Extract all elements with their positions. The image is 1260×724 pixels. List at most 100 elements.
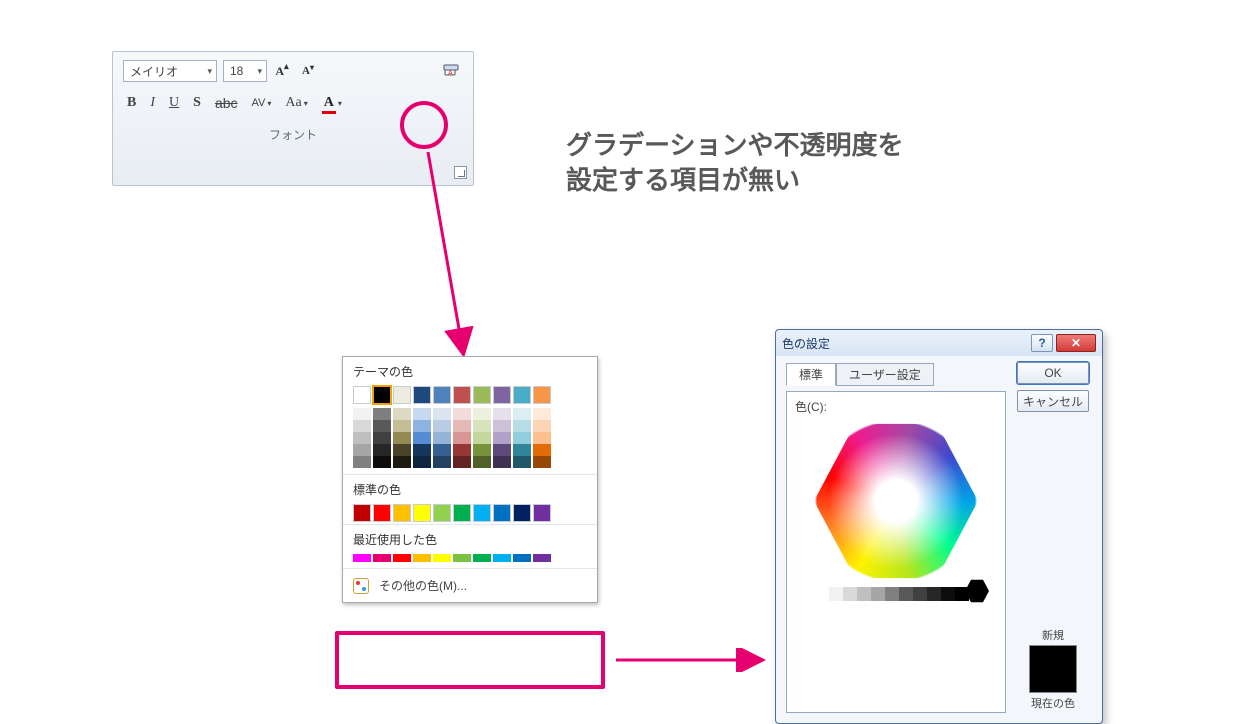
shade-swatch[interactable] [473, 444, 491, 456]
shade-swatch[interactable] [393, 456, 411, 468]
clear-formatting-button[interactable]: A [441, 60, 463, 82]
shade-swatch[interactable] [393, 444, 411, 456]
standard-swatch[interactable] [513, 504, 531, 522]
theme-swatch[interactable] [533, 386, 551, 404]
char-spacing-button[interactable]: AV▾ [252, 92, 272, 114]
shade-swatch[interactable] [533, 408, 551, 420]
shade-swatch[interactable] [453, 456, 471, 468]
shade-swatch[interactable] [393, 420, 411, 432]
recent-swatch[interactable] [493, 554, 511, 562]
gray-swatch[interactable] [829, 587, 843, 601]
standard-swatch[interactable] [413, 504, 431, 522]
standard-swatch[interactable] [373, 504, 391, 522]
shade-swatch[interactable] [433, 420, 451, 432]
help-button[interactable]: ? [1031, 334, 1053, 352]
theme-swatch[interactable] [413, 386, 431, 404]
gray-swatch[interactable] [899, 587, 913, 601]
standard-swatch[interactable] [453, 504, 471, 522]
recent-swatch[interactable] [373, 554, 391, 562]
tab-standard[interactable]: 標準 [786, 363, 836, 386]
theme-swatch[interactable] [513, 386, 531, 404]
standard-swatch[interactable] [433, 504, 451, 522]
shrink-font-button[interactable]: A▾ [297, 60, 319, 82]
font-name-combo[interactable]: メイリオ ▾ [123, 60, 217, 82]
shade-swatch[interactable] [513, 432, 531, 444]
shade-swatch[interactable] [353, 408, 371, 420]
gray-swatch[interactable] [871, 587, 885, 601]
theme-swatch[interactable] [373, 386, 391, 404]
shade-swatch[interactable] [513, 420, 531, 432]
shade-swatch[interactable] [453, 432, 471, 444]
gray-swatch[interactable] [927, 587, 941, 601]
standard-swatch[interactable] [473, 504, 491, 522]
standard-swatch[interactable] [353, 504, 371, 522]
shade-swatch[interactable] [353, 420, 371, 432]
shade-swatch[interactable] [473, 420, 491, 432]
gray-swatch[interactable] [913, 587, 927, 601]
shade-swatch[interactable] [453, 444, 471, 456]
shade-swatch[interactable] [473, 408, 491, 420]
shade-swatch[interactable] [373, 456, 391, 468]
shade-swatch[interactable] [413, 444, 431, 456]
recent-swatch[interactable] [413, 554, 431, 562]
underline-button[interactable]: U [169, 92, 179, 114]
gray-swatch[interactable] [941, 587, 955, 601]
shade-swatch[interactable] [533, 432, 551, 444]
shade-swatch[interactable] [433, 432, 451, 444]
shade-swatch[interactable] [453, 420, 471, 432]
shade-swatch[interactable] [413, 420, 431, 432]
shade-swatch[interactable] [373, 420, 391, 432]
shade-swatch[interactable] [413, 432, 431, 444]
shade-swatch[interactable] [353, 456, 371, 468]
ok-button[interactable]: OK [1017, 362, 1089, 384]
gray-swatch[interactable] [885, 587, 899, 601]
shade-swatch[interactable] [433, 456, 451, 468]
shade-swatch[interactable] [473, 432, 491, 444]
shade-swatch[interactable] [493, 432, 511, 444]
standard-swatch[interactable] [533, 504, 551, 522]
font-size-combo[interactable]: 18 ▾ [223, 60, 267, 82]
standard-swatch[interactable] [493, 504, 511, 522]
close-button[interactable]: ✕ [1056, 334, 1096, 352]
shade-swatch[interactable] [373, 444, 391, 456]
shade-swatch[interactable] [413, 456, 431, 468]
color-hex-picker[interactable] [803, 419, 989, 605]
theme-swatch[interactable] [393, 386, 411, 404]
shade-swatch[interactable] [513, 408, 531, 420]
recent-swatch[interactable] [453, 554, 471, 562]
strikethrough-button[interactable]: abc [215, 92, 238, 114]
gray-swatch[interactable] [857, 587, 871, 601]
shade-swatch[interactable] [353, 432, 371, 444]
tab-custom[interactable]: ユーザー設定 [836, 363, 934, 386]
shade-swatch[interactable] [533, 420, 551, 432]
recent-swatch[interactable] [393, 554, 411, 562]
shade-swatch[interactable] [353, 444, 371, 456]
theme-swatch[interactable] [433, 386, 451, 404]
shade-swatch[interactable] [413, 408, 431, 420]
bold-button[interactable]: B [127, 92, 136, 114]
shade-swatch[interactable] [493, 456, 511, 468]
more-colors-item[interactable]: その他の色(M)... [343, 568, 597, 602]
shade-swatch[interactable] [513, 456, 531, 468]
gray-swatch[interactable] [843, 587, 857, 601]
text-shadow-button[interactable]: S [193, 92, 201, 114]
theme-swatch[interactable] [453, 386, 471, 404]
shade-swatch[interactable] [533, 456, 551, 468]
gray-swatch[interactable] [815, 587, 829, 601]
recent-swatch[interactable] [533, 554, 551, 562]
theme-swatch[interactable] [473, 386, 491, 404]
font-color-button[interactable]: A▾ [322, 92, 342, 114]
grow-font-button[interactable]: A▴ [271, 60, 293, 82]
change-case-button[interactable]: Aa▾ [285, 92, 307, 114]
cancel-button[interactable]: キャンセル [1017, 390, 1089, 412]
shade-swatch[interactable] [453, 408, 471, 420]
theme-swatch[interactable] [493, 386, 511, 404]
recent-swatch[interactable] [353, 554, 371, 562]
shade-swatch[interactable] [373, 432, 391, 444]
shade-swatch[interactable] [433, 444, 451, 456]
shade-swatch[interactable] [473, 456, 491, 468]
italic-button[interactable]: I [150, 92, 155, 114]
theme-swatch[interactable] [353, 386, 371, 404]
recent-swatch[interactable] [473, 554, 491, 562]
shade-swatch[interactable] [533, 444, 551, 456]
